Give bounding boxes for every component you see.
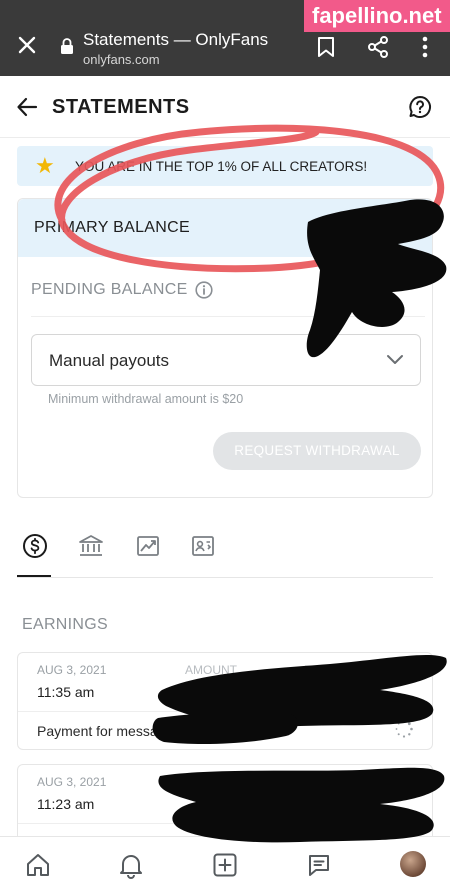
browser-tab-title: Statements — OnlyFans <box>83 30 269 49</box>
star-icon: ★ <box>35 153 55 178</box>
add-post-icon[interactable] <box>211 851 239 879</box>
earnings-row[interactable]: AUG 3, 2021 11:35 am AMOUNT FEE Payment … <box>17 652 433 750</box>
net-column-header: NET <box>390 775 414 789</box>
earning-description: Payment for messa <box>37 723 158 739</box>
top-creator-text: YOU ARE IN THE TOP 1% OF ALL CREATORS! <box>75 159 368 174</box>
divider <box>18 711 432 712</box>
home-icon[interactable] <box>24 851 52 879</box>
help-icon[interactable] <box>408 95 432 119</box>
browser-url[interactable]: onlyfans.com <box>83 52 160 67</box>
app: Statements — OnlyFans onlyfans.com fapel… <box>0 0 450 888</box>
loading-spinner-icon <box>395 720 413 738</box>
statement-icon[interactable] <box>189 532 217 560</box>
dollar-icon[interactable] <box>21 532 49 560</box>
page-title: STATEMENTS <box>52 96 190 118</box>
info-icon[interactable] <box>195 281 213 299</box>
earning-time: 11:35 am <box>37 684 95 700</box>
chevron-down-icon <box>387 355 403 364</box>
minimum-withdrawal-note: Minimum withdrawal amount is $20 <box>48 392 244 406</box>
payout-method-select[interactable]: Manual payouts <box>31 334 421 386</box>
balance-card: PRIMARY BALANCE PENDING BALANCE Manual p… <box>17 198 433 498</box>
chart-icon[interactable] <box>134 532 162 560</box>
messages-icon[interactable] <box>305 851 333 879</box>
divider <box>31 316 425 317</box>
lock-icon <box>61 38 73 54</box>
earning-date: AUG 3, 2021 <box>37 663 107 677</box>
request-withdrawal-button[interactable]: REQUEST WITHDRAWAL <box>213 432 421 470</box>
primary-balance-label: PRIMARY BALANCE <box>34 219 190 236</box>
pending-balance-label: PENDING BALANCE <box>31 281 188 298</box>
earning-time: 11:23 am <box>37 796 95 812</box>
statement-tabs <box>17 524 433 578</box>
fee-column-header: FEE <box>304 663 328 677</box>
top-creator-banner: ★ YOU ARE IN THE TOP 1% OF ALL CREATORS! <box>17 146 433 186</box>
avatar[interactable] <box>400 851 426 877</box>
bank-icon[interactable] <box>77 532 105 560</box>
page-header: STATEMENTS <box>0 76 450 138</box>
back-arrow-icon[interactable] <box>16 96 38 118</box>
payout-method-value: Manual payouts <box>49 351 170 370</box>
earning-date: AUG 3, 2021 <box>37 775 107 789</box>
bookmark-icon[interactable] <box>316 36 336 58</box>
close-icon[interactable] <box>16 34 38 56</box>
amount-column-header: AMOUNT <box>185 663 237 677</box>
active-tab-indicator <box>17 575 51 577</box>
bottom-navigation <box>0 836 450 888</box>
earnings-heading: EARNINGS <box>22 616 108 633</box>
fee-column-header: FEE <box>304 775 328 789</box>
divider <box>18 823 432 824</box>
share-icon[interactable] <box>366 35 390 59</box>
watermark: fapellino.net <box>304 0 450 32</box>
more-vert-icon[interactable] <box>418 34 432 60</box>
primary-balance-row: PRIMARY BALANCE <box>18 199 432 257</box>
bell-icon[interactable] <box>117 851 145 879</box>
